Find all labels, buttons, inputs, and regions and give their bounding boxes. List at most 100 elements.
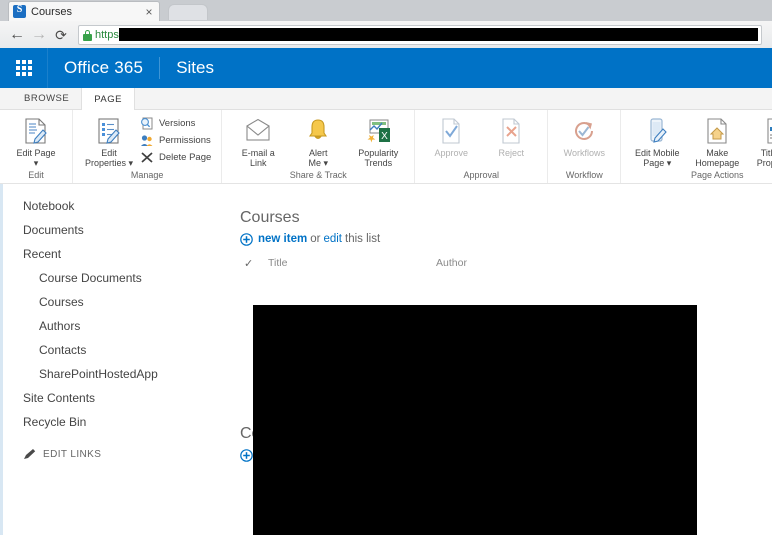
alert-me-icon [306, 116, 330, 146]
reload-icon[interactable]: ⟳ [50, 24, 72, 46]
ribbon-group-manage: Edit Properties ▾ Versions Permissions D… [73, 110, 223, 183]
delete-page-icon [139, 150, 155, 165]
sidebar-item-sharepointhostedapp[interactable]: SharePointHostedApp [3, 362, 236, 386]
edit-properties-label: Edit Properties ▾ [84, 148, 134, 168]
versions-icon [139, 116, 155, 131]
sidebar-item-documents[interactable]: Documents [3, 218, 236, 242]
edit-page-button[interactable]: Edit Page ▾ [6, 114, 66, 170]
approve-label: Approve [434, 148, 469, 158]
email-link-button[interactable]: E-mail a Link [228, 114, 288, 170]
office365-brand[interactable]: Office 365 [48, 58, 159, 78]
quick-launch-nav: Notebook Documents Recent Course Documen… [0, 184, 236, 535]
list-column-headers: ✓ Title Author [236, 254, 772, 272]
make-homepage-button[interactable]: Make Homepage [687, 114, 747, 170]
ribbon: Edit Page ▾ Edit Edit Properties ▾ Versi… [0, 110, 772, 184]
delete-page-button[interactable]: Delete Page [139, 149, 215, 166]
sidebar-item-recycle-bin[interactable]: Recycle Bin [3, 410, 236, 434]
popularity-trends-button[interactable]: X Popularity Trends [348, 114, 408, 170]
sidebar-item-contacts[interactable]: Contacts [3, 338, 236, 362]
add-circle-icon [240, 232, 253, 246]
sharepoint-icon [13, 4, 26, 18]
title-bar-properties-icon [765, 116, 772, 146]
tab-page[interactable]: PAGE [81, 88, 135, 110]
sidebar-item-courses[interactable]: Courses [3, 290, 236, 314]
approve-icon [439, 116, 463, 146]
browser-tab-courses[interactable]: Courses × [8, 1, 160, 21]
alert-me-button[interactable]: Alert Me ▾ [288, 114, 348, 170]
browser-window: Courses × ← → ⟳ https Office 365 [0, 0, 772, 535]
address-bar[interactable]: https [78, 24, 762, 45]
edit-mobile-page-button[interactable]: Edit Mobile Page ▾ [627, 114, 687, 170]
versions-button[interactable]: Versions [139, 115, 215, 132]
close-icon[interactable]: × [143, 6, 155, 18]
select-all-checkmark-icon[interactable]: ✓ [244, 257, 268, 270]
title-bar-properties-button[interactable]: Title Bar Properties [747, 114, 772, 170]
page-title: Courses [240, 209, 300, 226]
ribbon-group-label-workflow: Workflow [565, 170, 603, 180]
ribbon-tab-strip: BROWSE PAGE [0, 88, 772, 110]
ribbon-group-label-approval: Approval [463, 170, 500, 180]
ribbon-group-label-share-track: Share & Track [289, 170, 347, 180]
url-redaction-block [118, 28, 758, 41]
reject-label: Reject [498, 148, 525, 158]
ribbon-group-label-page-actions: Page Actions [691, 170, 744, 180]
edit-mobile-page-icon [646, 116, 668, 146]
edit-links-button[interactable]: EDIT LINKS [3, 434, 236, 460]
workflows-label: Workflows [563, 148, 605, 158]
sidebar-item-authors[interactable]: Authors [3, 314, 236, 338]
reject-button[interactable]: Reject [481, 114, 541, 160]
permissions-icon [139, 133, 155, 148]
tab-browse[interactable]: BROWSE [12, 87, 81, 109]
browser-toolbar: ← → ⟳ https [0, 21, 772, 48]
new-item-link[interactable]: new item [258, 232, 307, 246]
new-item-row: new item or edit this list [240, 232, 772, 246]
svg-text:X: X [381, 131, 388, 142]
reject-icon [499, 116, 523, 146]
sidebar-item-site-contents[interactable]: Site Contents [3, 386, 236, 410]
sites-link[interactable]: Sites [160, 58, 230, 78]
pencil-icon [23, 448, 37, 460]
approve-button[interactable]: Approve [421, 114, 481, 160]
ribbon-group-page-actions: Edit Mobile Page ▾ Make Homepage Tit Pro… [621, 110, 772, 183]
ribbon-group-edit: Edit Page ▾ Edit [0, 110, 73, 183]
webpart-courses-1: Courses new item or edit this list ✓ Tit… [236, 208, 772, 272]
browser-chrome: Courses × ← → ⟳ https [0, 0, 772, 48]
delete-page-label: Delete Page [159, 152, 212, 163]
email-link-icon [244, 116, 272, 146]
back-icon[interactable]: ← [6, 24, 28, 46]
column-header-author[interactable]: Author [436, 257, 556, 269]
url-scheme: https [95, 28, 119, 41]
edit-page-label: Edit Page ▾ [16, 148, 56, 168]
ribbon-group-label-edit: Edit [28, 170, 44, 180]
popularity-trends-label: Popularity Trends [358, 148, 399, 168]
add-circle-icon-2 [240, 448, 253, 462]
edit-properties-button[interactable]: Edit Properties ▾ [79, 114, 139, 170]
ribbon-group-label-manage: Manage [130, 170, 164, 180]
edit-links-label: EDIT LINKS [43, 448, 102, 460]
tab-strip: Courses × [0, 0, 772, 21]
popularity-trends-icon: X [364, 116, 392, 146]
workflows-button[interactable]: Workflows [554, 114, 614, 160]
email-link-label: E-mail a Link [241, 148, 275, 168]
sidebar-item-recent[interactable]: Recent [3, 242, 236, 266]
edit-list-link[interactable]: edit [323, 232, 342, 246]
sidebar-item-notebook[interactable]: Notebook [3, 194, 236, 218]
column-header-title[interactable]: Title [268, 257, 436, 269]
permissions-button[interactable]: Permissions [139, 132, 215, 149]
workflows-icon [571, 116, 597, 146]
ribbon-group-approval: Approve Reject Approval [415, 110, 549, 183]
manage-small-buttons: Versions Permissions Delete Page [139, 114, 215, 166]
tab-title: Courses [31, 5, 72, 18]
title-bar-properties-label: Title Bar Properties [756, 148, 772, 168]
sidebar-item-course-documents[interactable]: Course Documents [3, 266, 236, 290]
permissions-label: Permissions [159, 135, 211, 146]
forward-icon[interactable]: → [28, 24, 50, 46]
make-homepage-icon [705, 116, 729, 146]
app-launcher-icon[interactable] [0, 48, 48, 88]
edit-mobile-page-label: Edit Mobile Page ▾ [635, 148, 680, 168]
make-homepage-label: Make Homepage [695, 148, 740, 168]
versions-label: Versions [159, 118, 196, 129]
secure-lock-icon [82, 29, 93, 41]
new-tab-button[interactable] [168, 4, 208, 20]
alert-me-label: Alert Me ▾ [308, 148, 329, 168]
